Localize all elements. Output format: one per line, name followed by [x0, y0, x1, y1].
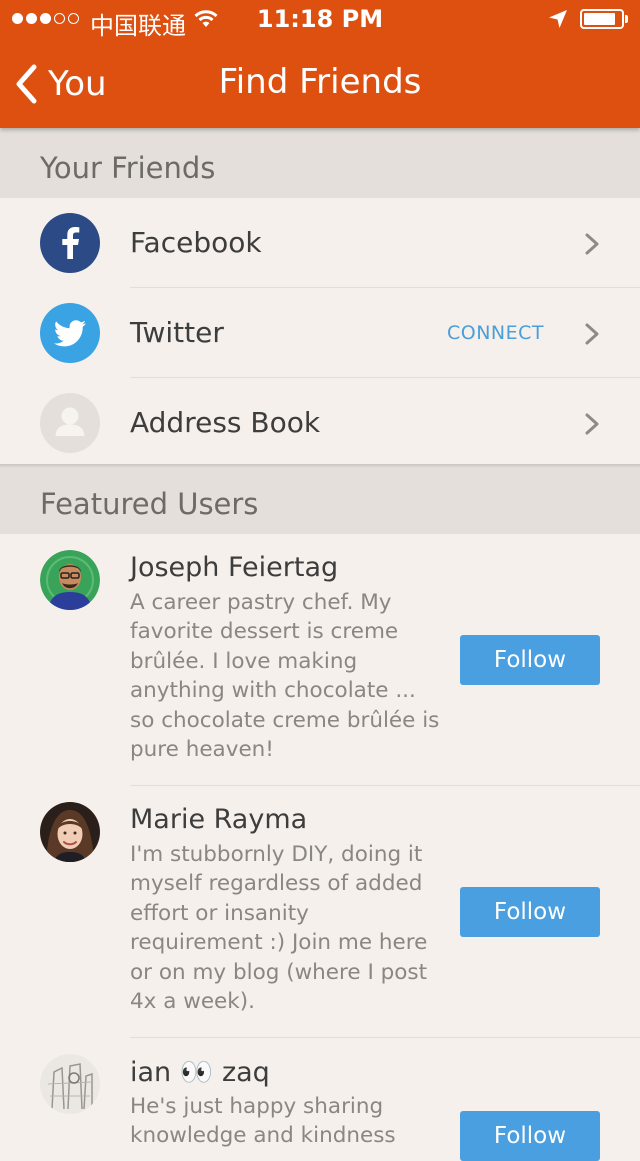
featured-user-item: Marie Rayma I'm stubbornly DIY, doing it…	[0, 786, 640, 1038]
page-title: Find Friends	[218, 62, 422, 102]
status-time: 11:18 PM	[256, 5, 384, 33]
row-label: Address Book	[130, 406, 321, 439]
facebook-icon	[40, 213, 100, 273]
battery-level	[584, 13, 615, 25]
row-label: Facebook	[130, 226, 262, 259]
status-bar: 中国联通 11:18 PM	[0, 0, 640, 40]
user-name: ian 👀 zaq	[130, 1057, 270, 1088]
twitter-icon	[40, 303, 100, 363]
user-bio: I'm stubbornly DIY, doing it myself rega…	[130, 842, 428, 1015]
user-name: Joseph Feiertag	[130, 552, 339, 583]
friends-row-facebook[interactable]: Facebook	[0, 198, 640, 288]
location-arrow-icon	[549, 10, 567, 28]
chevron-right-icon	[585, 323, 599, 345]
follow-button[interactable]: Follow	[460, 1111, 600, 1161]
avatar	[40, 550, 100, 610]
user-bio: He's just happy sharing knowledge and ki…	[130, 1094, 396, 1149]
avatar	[40, 1054, 100, 1114]
avatar	[40, 802, 100, 862]
featured-user-item: Joseph Feiertag A career pastry chef. My…	[0, 534, 640, 786]
navigation-header: 中国联通 11:18 PM You Find Friends	[0, 0, 640, 128]
friends-row-address-book[interactable]: Address Book	[0, 378, 640, 468]
address-book-icon	[40, 393, 100, 453]
battery-icon	[580, 9, 624, 29]
chevron-right-icon	[585, 413, 599, 435]
user-bio: A career pastry chef. My favorite desser…	[130, 590, 440, 763]
twitter-connect-link[interactable]: CONNECT	[447, 288, 544, 378]
row-label: Twitter	[130, 316, 224, 349]
section-header-featured-users: Featured Users	[0, 464, 640, 534]
featured-user-item: ian 👀 zaq He's just happy sharing knowle…	[0, 1038, 640, 1161]
section-header-your-friends: Your Friends	[0, 128, 640, 198]
follow-button[interactable]: Follow	[460, 887, 600, 937]
friends-row-twitter[interactable]: Twitter CONNECT	[0, 288, 640, 378]
chevron-right-icon	[585, 233, 599, 255]
follow-button[interactable]: Follow	[460, 635, 600, 685]
user-name: Marie Rayma	[130, 804, 308, 835]
